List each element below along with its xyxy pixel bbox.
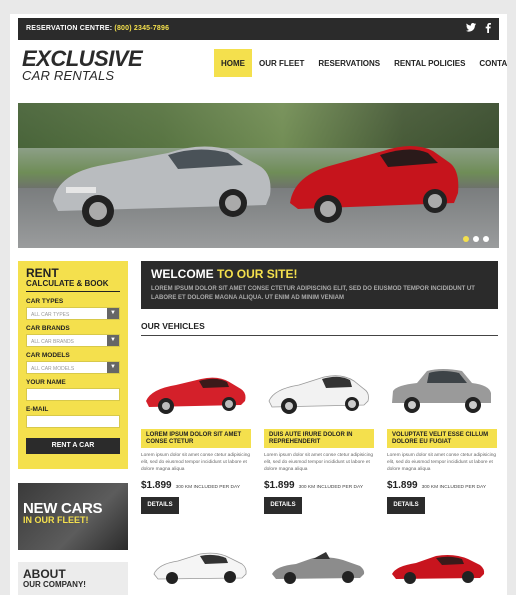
twitter-icon[interactable] (466, 23, 476, 35)
car-types-value: ALL CAR TYPES (31, 312, 70, 318)
car-models-value: ALL CAR MODELS (31, 366, 75, 372)
reservation-centre: RESERVATION CENTRE: (800) 2345-7896 (26, 25, 169, 32)
welcome-box: WELCOME TO OUR SITE! LOREM IPSUM DOLOR S… (141, 261, 498, 309)
nav-item-reservations[interactable]: RESERVATIONS (311, 49, 387, 77)
slider-dots (463, 236, 489, 242)
vehicle-price: $1.899 300 KM INCLUDED PER DAY (141, 480, 251, 491)
reservation-phone[interactable]: (800) 2345-7896 (114, 25, 169, 32)
silver-car-image (53, 146, 271, 227)
about-title: ABOUT (23, 567, 66, 581)
about-subtitle: OUR COMPANY! (23, 580, 86, 589)
welcome-title: WELCOME TO OUR SITE! (151, 267, 488, 281)
vehicle-card: LOREM IPSUM DOLOR SIT AMET CONSE CTETUR … (141, 363, 251, 514)
new-cars-title: NEW CARS (23, 500, 103, 517)
new-cars-banner[interactable]: NEW CARS IN OUR FLEET! (18, 483, 128, 550)
hero-slider[interactable] (18, 103, 499, 248)
vehicle-name[interactable]: LOREM IPSUM DOLOR SIT AMET CONSE CTETUR (141, 429, 251, 448)
details-button[interactable]: DETAILS (264, 496, 302, 514)
welcome-text: LOREM IPSUM DOLOR SIT AMET CONSE CTETUR … (151, 286, 475, 301)
vehicle-description: Lorem ipsum dolor sit amet conse ctetur … (141, 453, 251, 473)
vehicle-price: $1.899 300 KM INCLUDED PER DAY (387, 480, 497, 491)
rent-form: RENT CALCULATE & BOOK CAR TYPES ALL CAR … (18, 261, 128, 469)
vehicle-name[interactable]: VOLUPTATE VELIT ESSE CILLUM DOLORE EU FU… (387, 429, 497, 448)
car-brands-label: CAR BRANDS (26, 325, 70, 332)
red-car-image (290, 146, 459, 223)
vehicle-description: Lorem ipsum dolor sit amet conse ctetur … (387, 453, 497, 473)
vehicle-price: $1.899 300 KM INCLUDED PER DAY (264, 480, 374, 491)
car-brands-select[interactable]: ALL CAR BRANDS ▼ (26, 334, 120, 347)
vehicle-image[interactable] (268, 546, 368, 586)
welcome-title-b: TO OUR SITE! (217, 267, 298, 281)
email-label: E-MAIL (26, 406, 49, 413)
vehicle-image[interactable] (387, 363, 497, 423)
reservation-label: RESERVATION CENTRE: (26, 25, 113, 32)
car-models-label: CAR MODELS (26, 352, 70, 359)
nav-item-rental-policies[interactable]: RENTAL POLICIES (387, 49, 472, 77)
social-links (466, 23, 491, 35)
nav-item-contacts[interactable]: CONTACTS (472, 49, 507, 77)
slider-dot-2[interactable] (473, 236, 479, 242)
vehicle-image[interactable] (141, 363, 251, 423)
rent-a-car-button[interactable]: RENT A CAR (26, 438, 120, 454)
details-button[interactable]: DETAILS (387, 496, 425, 514)
vehicle-description: Lorem ipsum dolor sit amet conse ctetur … (264, 453, 374, 473)
vehicle-price-included: 300 KM INCLUDED PER DAY (298, 484, 364, 490)
vehicle-price-value: $1.899 (387, 479, 418, 491)
slider-dot-1[interactable] (463, 236, 469, 242)
your-name-label: YOUR NAME (26, 379, 66, 386)
new-cars-subtitle: IN OUR FLEET! (23, 515, 89, 525)
top-bar: RESERVATION CENTRE: (800) 2345-7896 (18, 18, 499, 40)
car-brands-value: ALL CAR BRANDS (31, 339, 74, 345)
vehicle-image[interactable] (388, 546, 488, 586)
car-models-select[interactable]: ALL CAR MODELS ▼ (26, 361, 120, 374)
hero-cars-image (53, 146, 459, 227)
chevron-down-icon: ▼ (107, 362, 119, 373)
vehicle-price-value: $1.899 (141, 479, 172, 491)
email-input[interactable] (26, 415, 120, 428)
site-logo[interactable]: EXCLUSIVE CAR RENTALS (22, 46, 143, 83)
vehicle-price-included: 300 KM INCLUDED PER DAY (175, 484, 241, 490)
vehicle-card: DUIS AUTE IRURE DOLOR IN REPREHENDERIT L… (264, 363, 374, 514)
slider-dot-3[interactable] (483, 236, 489, 242)
logo-line1: EXCLUSIVE (22, 46, 143, 71)
vehicle-image[interactable] (150, 546, 250, 586)
page: RESERVATION CENTRE: (800) 2345-7896 EXCL… (10, 14, 507, 595)
vehicles-title: OUR VEHICLES (141, 321, 498, 336)
vehicle-price-included: 300 KM INCLUDED PER DAY (421, 484, 487, 490)
rent-subtitle: CALCULATE & BOOK (26, 279, 120, 292)
vehicle-name[interactable]: DUIS AUTE IRURE DOLOR IN REPREHENDERIT (264, 429, 374, 448)
about-banner[interactable]: ABOUT OUR COMPANY! (18, 562, 128, 595)
nav-item-home[interactable]: HOME (214, 49, 252, 77)
car-types-select[interactable]: ALL CAR TYPES ▼ (26, 307, 120, 320)
rent-title: RENT (26, 266, 59, 280)
main-nav: HOME OUR FLEET RESERVATIONS RENTAL POLIC… (214, 49, 507, 77)
your-name-input[interactable] (26, 388, 120, 401)
vehicle-image[interactable] (264, 363, 374, 423)
vehicle-price-value: $1.899 (264, 479, 295, 491)
car-types-label: CAR TYPES (26, 298, 64, 305)
welcome-title-a: WELCOME (151, 267, 214, 281)
nav-item-our-fleet[interactable]: OUR FLEET (252, 49, 311, 77)
details-button[interactable]: DETAILS (141, 496, 179, 514)
chevron-down-icon: ▼ (107, 335, 119, 346)
chevron-down-icon: ▼ (107, 308, 119, 319)
facebook-icon[interactable] (485, 23, 491, 35)
vehicle-card: VOLUPTATE VELIT ESSE CILLUM DOLORE EU FU… (387, 363, 497, 514)
